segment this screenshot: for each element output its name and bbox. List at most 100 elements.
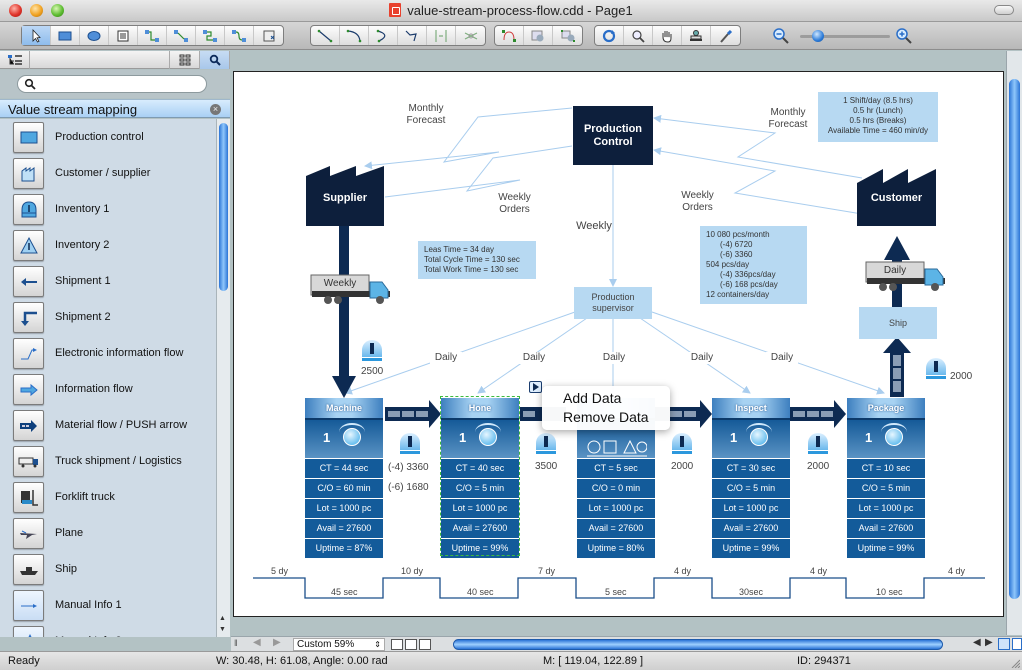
process-name: Inspect: [712, 398, 790, 418]
process-lot: Lot = 1000 pc: [847, 499, 925, 518]
daily-label: Daily: [686, 352, 718, 364]
inventory-value: 2000: [950, 371, 973, 382]
process-avail: Avail = 27600: [577, 519, 655, 538]
shift-line: 1 Shift/day (8.5 hrs): [843, 96, 913, 105]
menu-item-add-data[interactable]: Add Data: [563, 390, 621, 406]
process-name: Machine: [305, 398, 383, 418]
inventory-icon[interactable]: [536, 433, 556, 455]
cycle-time-line: Total Cycle Time = 130 sec: [424, 255, 520, 264]
supplier-shipment-arrowhead: [332, 376, 356, 398]
inventory-icon[interactable]: [400, 433, 420, 455]
demand-line: (-4) 336pcs/day: [720, 270, 776, 279]
timeline-days-label: 10 dy: [401, 566, 424, 576]
process-avail: Avail = 27600: [712, 519, 790, 538]
shift-info-box[interactable]: 1 Shift/day (8.5 hrs) 0.5 hr (Lunch) 0.5…: [818, 92, 938, 142]
production-control-box[interactable]: Production Control: [573, 106, 653, 165]
page-thumbnail[interactable]: [419, 639, 431, 650]
process-uptime: Uptime = 99%: [847, 539, 925, 558]
status-mouse-position: M: [ 119.04, 122.89 ]: [543, 655, 644, 667]
inventory-value: (-4) 3360: [388, 462, 429, 473]
page-thumbnail[interactable]: [391, 639, 403, 650]
monthly-forecast-label-left: Monthly Forecast: [406, 103, 446, 126]
operator-count: 1: [865, 430, 873, 445]
push-arrow-machine-hone: [385, 400, 441, 428]
process-lot: Lot = 1000 pc: [712, 499, 790, 518]
timeline-seconds-label: 45 sec: [331, 587, 358, 597]
daily-label: Daily: [598, 352, 630, 364]
operator-icon: [881, 423, 907, 446]
process-co: C/O = 5 min: [712, 479, 790, 498]
process-operator-area: 1: [305, 418, 383, 458]
demand-box[interactable]: 10 080 pcs/month (-4) 6720 (-6) 3360 504…: [700, 226, 807, 304]
monthly-forecast-label-right: Monthly Forecast: [768, 107, 808, 130]
shapes-icon: [587, 439, 647, 457]
timeline-days-label: 4 dy: [674, 566, 692, 576]
page-thumbnails[interactable]: [391, 639, 433, 650]
process-avail: Avail = 27600: [847, 519, 925, 538]
stepper-icon: ⇕: [374, 640, 381, 649]
scroll-left-arrow[interactable]: ◀: [973, 637, 981, 648]
process-box-inspect[interactable]: Inspect 1 CT = 30 sec C/O = 5 min Lot = 1000…: [712, 398, 790, 558]
inventory-icon[interactable]: [672, 433, 692, 455]
push-segment: [893, 355, 901, 366]
inventory-icon[interactable]: [362, 340, 382, 362]
process-ct: CT = 44 sec: [305, 459, 383, 478]
push-segment: [893, 368, 901, 379]
process-operator-area: 1: [712, 418, 790, 458]
inventory-icon[interactable]: [808, 433, 828, 455]
selection-outline[interactable]: [440, 396, 520, 556]
demand-line: (-4) 6720: [720, 240, 753, 249]
demand-line: 12 containers/day: [706, 290, 770, 299]
ship-box[interactable]: Ship: [859, 307, 937, 339]
process-co: C/O = 60 min: [305, 479, 383, 498]
inventory-value: (-6) 1680: [388, 482, 429, 493]
process-lot: Lot = 1000 pc: [577, 499, 655, 518]
fit-page-icon[interactable]: [998, 638, 1010, 650]
split-handle-icon[interactable]: ‖: [234, 638, 238, 648]
timeline-days-label: 4 dy: [948, 566, 966, 576]
production-supervisor-box[interactable]: Production supervisor: [574, 287, 652, 319]
page-thumbnail[interactable]: [405, 639, 417, 650]
process-name: Package: [847, 398, 925, 418]
canvas-bottom-bar: ‖ ◀ ▶ Custom 59% ⇕ ◀ ▶: [231, 636, 1022, 651]
customer-label[interactable]: Customer: [857, 185, 936, 211]
menu-item-remove-data[interactable]: Remove Data: [563, 409, 649, 425]
truck-weekly[interactable]: Weekly: [310, 274, 390, 306]
process-box-machine[interactable]: Machine 1 CT = 44 sec C/O = 60 min Lot = 100…: [305, 398, 383, 558]
demand-line: (-6) 168 pcs/day: [720, 280, 778, 289]
daily-label: Daily: [430, 352, 462, 364]
smart-tag-button[interactable]: [529, 381, 542, 393]
process-co: C/O = 0 min: [577, 479, 655, 498]
process-box-package[interactable]: Package 1 CT = 10 sec C/O = 5 min Lot = 1000…: [847, 398, 925, 558]
weekly-orders-label-right: Weekly Orders: [681, 190, 714, 213]
prev-page-button[interactable]: ◀: [253, 637, 261, 648]
process-co: C/O = 5 min: [847, 479, 925, 498]
inventory-value: 2000: [671, 461, 694, 472]
zoom-select[interactable]: Custom 59% ⇕: [293, 638, 385, 651]
horizontal-scrollbar-thumb[interactable]: [453, 639, 943, 650]
lunch-line: 0.5 hr (Lunch): [853, 106, 903, 115]
process-ct: CT = 5 sec: [577, 459, 655, 478]
timeline-days-label: 5 dy: [271, 566, 289, 576]
truck-daily[interactable]: Daily: [865, 261, 945, 293]
demand-line: 10 080 pcs/month: [706, 230, 770, 239]
supplier-label[interactable]: Supplier: [306, 185, 384, 211]
actual-size-icon[interactable]: [1012, 638, 1022, 650]
process-ct: CT = 30 sec: [712, 459, 790, 478]
inventory-icon[interactable]: [926, 358, 946, 380]
lead-time-box[interactable]: Leas Time = 34 day Total Cycle Time = 13…: [418, 241, 536, 279]
timeline-days-label: 4 dy: [810, 566, 828, 576]
operator-count: 1: [323, 430, 331, 445]
app-window: value-stream-process-flow.cdd - Page1 Va…: [0, 0, 1022, 670]
demand-line: (-6) 3360: [720, 250, 753, 259]
inventory-value: 2000: [807, 461, 830, 472]
scroll-right-arrow[interactable]: ▶: [985, 637, 993, 648]
next-page-button[interactable]: ▶: [273, 637, 281, 648]
status-dimensions: W: 30.48, H: 61.08, Angle: 0.00 rad: [216, 655, 388, 667]
operator-count: 1: [730, 430, 738, 445]
available-time-line: Available Time = 460 min/dy: [827, 126, 929, 135]
resize-grip-icon[interactable]: [1010, 658, 1020, 668]
timeline-days-label: 7 dy: [538, 566, 556, 576]
breaks-line: 0.5 hrs (Breaks): [849, 116, 907, 125]
weekly-label: Weekly: [576, 220, 612, 232]
